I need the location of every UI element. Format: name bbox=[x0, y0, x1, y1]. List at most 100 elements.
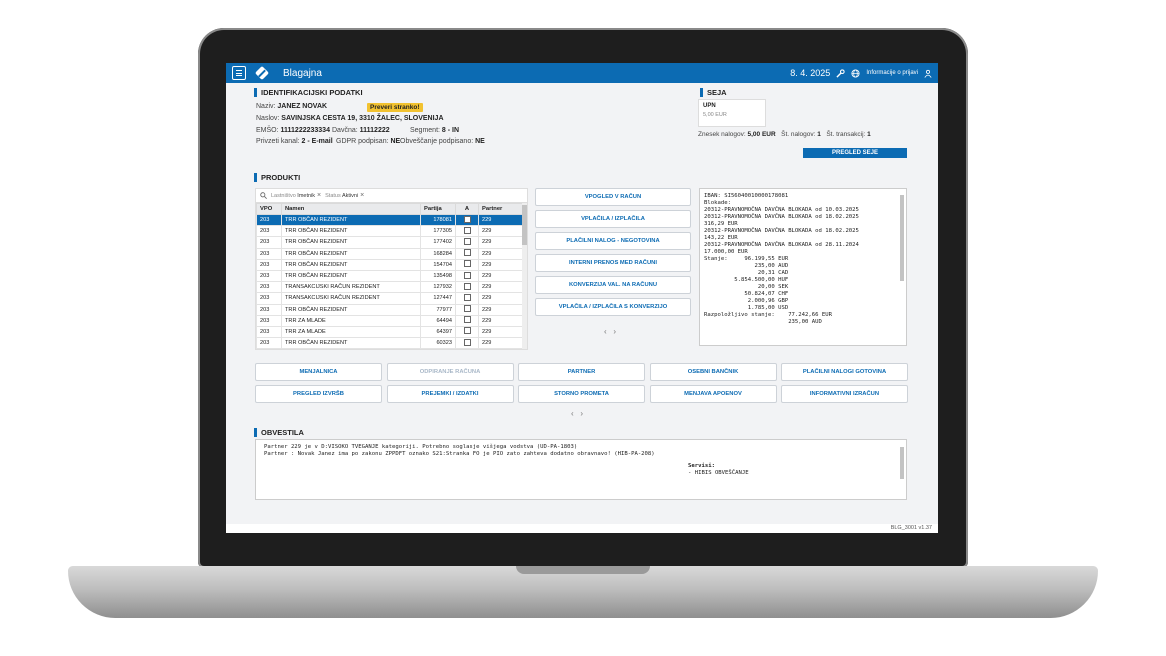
session-review-button[interactable]: PREGLED SEJE bbox=[803, 148, 907, 158]
prev-icon[interactable]: ‹ bbox=[604, 327, 607, 336]
table-row[interactable]: 203 TRR OBČAN REZIDENT 154704 229 bbox=[256, 258, 527, 271]
table-row[interactable]: 203 TRR OBČAN REZIDENT 168284 229 bbox=[256, 247, 527, 260]
account-info-scrollbar[interactable] bbox=[900, 195, 904, 281]
cell-partija: 178081 bbox=[420, 213, 456, 227]
filter-chip-ownership[interactable]: Lastništvo Imetnik × bbox=[271, 192, 321, 199]
action-button[interactable]: VPOGLED V RAČUN bbox=[535, 188, 691, 206]
filter-bar[interactable]: Lastništvo Imetnik × Status Aktivni × bbox=[256, 189, 527, 203]
account-info-line: 50.824,07 CHF bbox=[704, 291, 789, 297]
checkbox[interactable] bbox=[463, 271, 471, 279]
checkbox[interactable] bbox=[463, 305, 471, 313]
cell-partija: 127447 bbox=[420, 292, 456, 305]
col-partner[interactable]: Partner bbox=[478, 203, 527, 215]
menu-icon[interactable] bbox=[232, 66, 246, 80]
function-button[interactable]: ODPIRANJE RAČUNA bbox=[386, 363, 514, 381]
checkbox[interactable] bbox=[463, 327, 471, 335]
globe-icon[interactable] bbox=[851, 68, 860, 78]
function-button[interactable]: MENJALNICA bbox=[255, 363, 382, 381]
prev-icon[interactable]: ‹ bbox=[571, 409, 574, 418]
app-title: Blagajna bbox=[283, 67, 322, 79]
checkbox[interactable] bbox=[463, 260, 471, 268]
col-a[interactable]: A bbox=[455, 203, 479, 215]
table-row[interactable]: 203 TRANSAKCIJSKI RAČUN REZIDENT 127932 229 bbox=[256, 281, 527, 294]
user-icon[interactable] bbox=[924, 69, 932, 78]
next-icon[interactable]: › bbox=[613, 327, 616, 336]
table-row[interactable]: 203 TRANSAKCIJSKI RAČUN REZIDENT 127447 229 bbox=[256, 292, 527, 305]
cell-a[interactable] bbox=[455, 314, 479, 327]
products-table-panel: Lastništvo Imetnik × Status Aktivni × VPO … bbox=[255, 188, 528, 350]
session-title: SEJA bbox=[700, 88, 727, 97]
action-button[interactable]: VPLAČILA / IZPLAČILA S KONVERZIJO bbox=[535, 298, 691, 316]
function-button[interactable]: MENJAVA APOENOV bbox=[649, 385, 777, 403]
table-row[interactable]: 203 TRR OBČAN REZIDENT 135498 229 bbox=[256, 269, 527, 283]
table-row[interactable]: 203 TRR ZA MLADE 64494 229 bbox=[256, 314, 527, 327]
cell-partner: 229 bbox=[478, 269, 527, 283]
cell-name: TRR OBČAN REZIDENT bbox=[281, 303, 421, 316]
action-button[interactable]: VPLAČILA / IZPLAČILA bbox=[535, 210, 691, 228]
function-button[interactable]: PLAČILNI NALOGI GOTOVINA bbox=[781, 363, 908, 381]
cell-a[interactable] bbox=[455, 281, 479, 294]
filter-value: Aktivni bbox=[341, 193, 359, 199]
table-row[interactable]: 203 TRR OBČAN REZIDENT 178081 229 bbox=[256, 213, 527, 227]
cell-vpo: 203 bbox=[256, 247, 282, 260]
account-info-line: 20312-PRAVNOMOČNA DAVČNA BLOKADA od 18.0… bbox=[704, 214, 859, 220]
tax-row: Davčna: 11112222 bbox=[332, 127, 390, 134]
function-button[interactable]: INFORMATIVNI IZRAČUN bbox=[781, 385, 908, 403]
table-scrollbar[interactable] bbox=[522, 203, 527, 349]
cell-vpo: 203 bbox=[256, 236, 282, 249]
checkbox[interactable] bbox=[463, 249, 471, 257]
function-button[interactable]: PREGLED IZVRŠB bbox=[255, 385, 382, 403]
login-info-link[interactable]: Informacije o prijavi bbox=[866, 70, 918, 76]
notices-scrollbar[interactable] bbox=[900, 447, 904, 479]
cell-a[interactable] bbox=[455, 303, 479, 316]
action-button[interactable]: PLAČILNI NALOG - NEGOTOVINA bbox=[535, 232, 691, 250]
wrench-icon[interactable] bbox=[836, 68, 845, 78]
filter-chip-status[interactable]: Status Aktivni × bbox=[325, 192, 364, 199]
cell-vpo: 203 bbox=[256, 303, 282, 316]
cell-a[interactable] bbox=[455, 225, 479, 238]
next-icon[interactable]: › bbox=[580, 409, 583, 418]
checkbox[interactable] bbox=[463, 338, 471, 346]
cell-a[interactable] bbox=[455, 325, 479, 339]
function-button[interactable]: PARTNER bbox=[518, 363, 645, 381]
cell-partija: 77977 bbox=[420, 303, 456, 316]
checkbox[interactable] bbox=[463, 316, 471, 324]
cell-a[interactable] bbox=[455, 269, 479, 283]
cell-a[interactable] bbox=[455, 213, 479, 227]
function-button[interactable]: PREJEMKI / IZDATKI bbox=[386, 385, 514, 403]
col-partija[interactable]: Partija bbox=[420, 203, 456, 215]
cell-a[interactable] bbox=[455, 247, 479, 260]
col-vpo[interactable]: VPO bbox=[256, 203, 282, 215]
search-icon[interactable] bbox=[260, 192, 267, 199]
upn-card[interactable]: UPN 5,00 EUR bbox=[698, 99, 766, 127]
account-info-line: 316,29 EUR bbox=[704, 221, 738, 227]
cell-a[interactable] bbox=[455, 337, 479, 349]
function-button[interactable]: OSEBNI BANČNIK bbox=[649, 363, 777, 381]
table-row[interactable]: 203 TRR OBČAN REZIDENT 177305 229 bbox=[256, 225, 527, 238]
action-button[interactable]: KONVERZIJA VAL. NA RAČUNU bbox=[535, 276, 691, 294]
function-button[interactable]: STORNO PROMETA bbox=[518, 385, 645, 403]
checkbox[interactable] bbox=[463, 226, 471, 234]
services-item: - HIBIS OBVEŠČANJE bbox=[688, 470, 749, 476]
cell-a[interactable] bbox=[455, 236, 479, 249]
checkbox[interactable] bbox=[463, 237, 471, 245]
table-row[interactable]: 203 TRR ZA MLADE 64397 229 bbox=[256, 325, 527, 339]
checkbox[interactable] bbox=[463, 293, 471, 301]
checkbox[interactable] bbox=[463, 215, 471, 223]
col-name[interactable]: Namen bbox=[281, 203, 421, 215]
table-row[interactable]: 203 TRR OBČAN REZIDENT 177402 229 bbox=[256, 236, 527, 249]
cell-a[interactable] bbox=[455, 292, 479, 305]
identification-title: IDENTIFIKACIJSKI PODATKI bbox=[254, 88, 363, 97]
cell-vpo: 203 bbox=[256, 314, 282, 327]
action-button[interactable]: INTERNI PRENOS MED RAČUNI bbox=[535, 254, 691, 272]
close-icon[interactable]: × bbox=[317, 192, 321, 199]
upn-amount: 5,00 EUR bbox=[703, 112, 727, 118]
close-icon[interactable]: × bbox=[360, 192, 364, 199]
cell-partner: 229 bbox=[478, 225, 527, 238]
table-row[interactable]: 203 TRR OBČAN REZIDENT 77977 229 bbox=[256, 303, 527, 316]
table-row[interactable]: 203 TRR OBČAN REZIDENT 60323 229 bbox=[256, 337, 527, 349]
cell-partija: 127932 bbox=[420, 281, 456, 294]
checkbox[interactable] bbox=[463, 282, 471, 290]
cell-a[interactable] bbox=[455, 258, 479, 271]
tx-label: Št. transakcij: bbox=[826, 131, 866, 138]
